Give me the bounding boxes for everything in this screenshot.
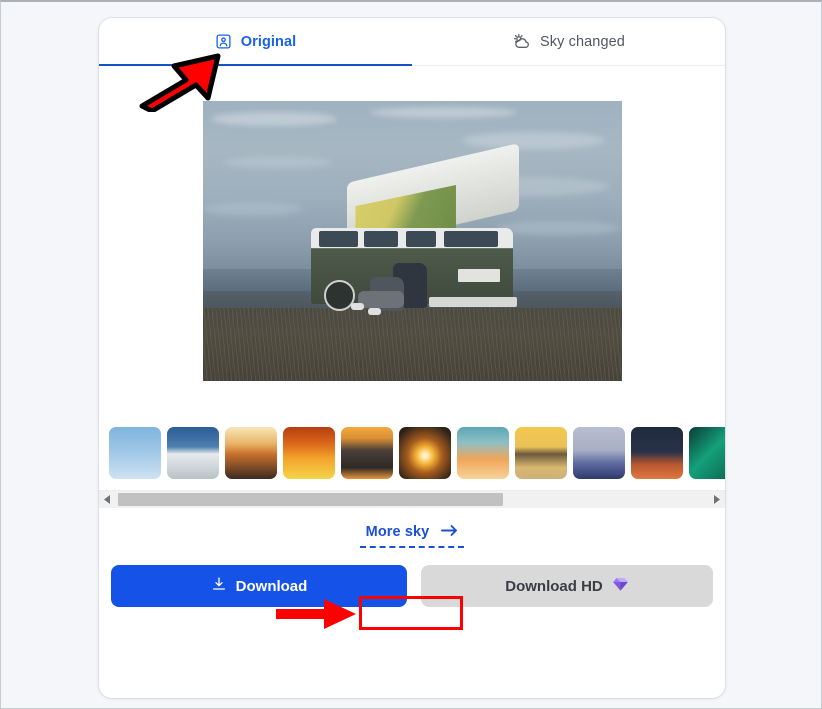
tab-sky-changed-label: Sky changed xyxy=(540,33,625,50)
thumbnail-scrollbar[interactable] xyxy=(99,490,725,508)
sky-thumbnail[interactable] xyxy=(689,427,725,479)
scrollbar-thumb[interactable] xyxy=(118,493,503,506)
sky-thumbnail-rail[interactable] xyxy=(99,416,725,490)
sky-thumbnail[interactable] xyxy=(109,427,161,479)
sky-thumbnail[interactable] xyxy=(515,427,567,479)
portrait-person-icon xyxy=(215,33,232,50)
van-bumper xyxy=(428,297,517,307)
download-hd-button-label: Download HD xyxy=(505,577,603,595)
sky-thumbnail[interactable] xyxy=(283,427,335,479)
triangle-right-icon[interactable] xyxy=(708,491,725,508)
person-legs xyxy=(357,291,404,309)
preview-stage xyxy=(99,66,725,416)
shoe xyxy=(368,308,381,316)
download-icon xyxy=(211,576,227,596)
cloud xyxy=(462,131,605,149)
more-sky-row: More sky xyxy=(99,508,725,561)
scrollbar-track[interactable] xyxy=(116,491,708,508)
sky-thumbnail[interactable] xyxy=(341,427,393,479)
cloud xyxy=(370,106,517,118)
sun-behind-cloud-icon xyxy=(512,32,531,51)
van-window xyxy=(319,231,358,247)
photo-grass-region xyxy=(202,308,622,381)
shoe xyxy=(351,302,364,310)
sky-thumbnail[interactable] xyxy=(225,427,277,479)
triangle-left-icon[interactable] xyxy=(99,491,116,508)
preview-image[interactable] xyxy=(202,101,622,381)
sky-thumbnail[interactable] xyxy=(631,427,683,479)
gem-icon xyxy=(612,576,629,596)
sky-thumbnail[interactable] xyxy=(573,427,625,479)
van-license-plate xyxy=(458,269,500,282)
app-window: Original Sky changed More sky Download D… xyxy=(0,0,822,709)
sky-thumbnail[interactable] xyxy=(167,427,219,479)
cloud xyxy=(202,201,304,216)
tab-sky-changed[interactable]: Sky changed xyxy=(412,18,725,65)
more-sky-label: More sky xyxy=(365,524,430,540)
download-hd-button[interactable]: Download HD xyxy=(421,565,713,607)
download-button-label: Download xyxy=(235,577,308,595)
tab-original-label: Original xyxy=(240,33,297,50)
sky-thumbnail[interactable] xyxy=(457,427,509,479)
editor-card: Original Sky changed More sky Download D… xyxy=(99,18,725,698)
van-window xyxy=(444,231,499,247)
tab-bar: Original Sky changed xyxy=(99,18,725,66)
download-button[interactable]: Download xyxy=(111,565,407,607)
sky-thumbnail[interactable] xyxy=(399,427,451,479)
action-button-row: Download Download HD xyxy=(99,565,725,607)
van-window xyxy=(405,231,437,247)
tab-original[interactable]: Original xyxy=(99,18,412,66)
arrow-right-icon xyxy=(441,524,458,541)
more-sky-link[interactable]: More sky xyxy=(359,522,465,548)
van-window xyxy=(363,231,398,247)
